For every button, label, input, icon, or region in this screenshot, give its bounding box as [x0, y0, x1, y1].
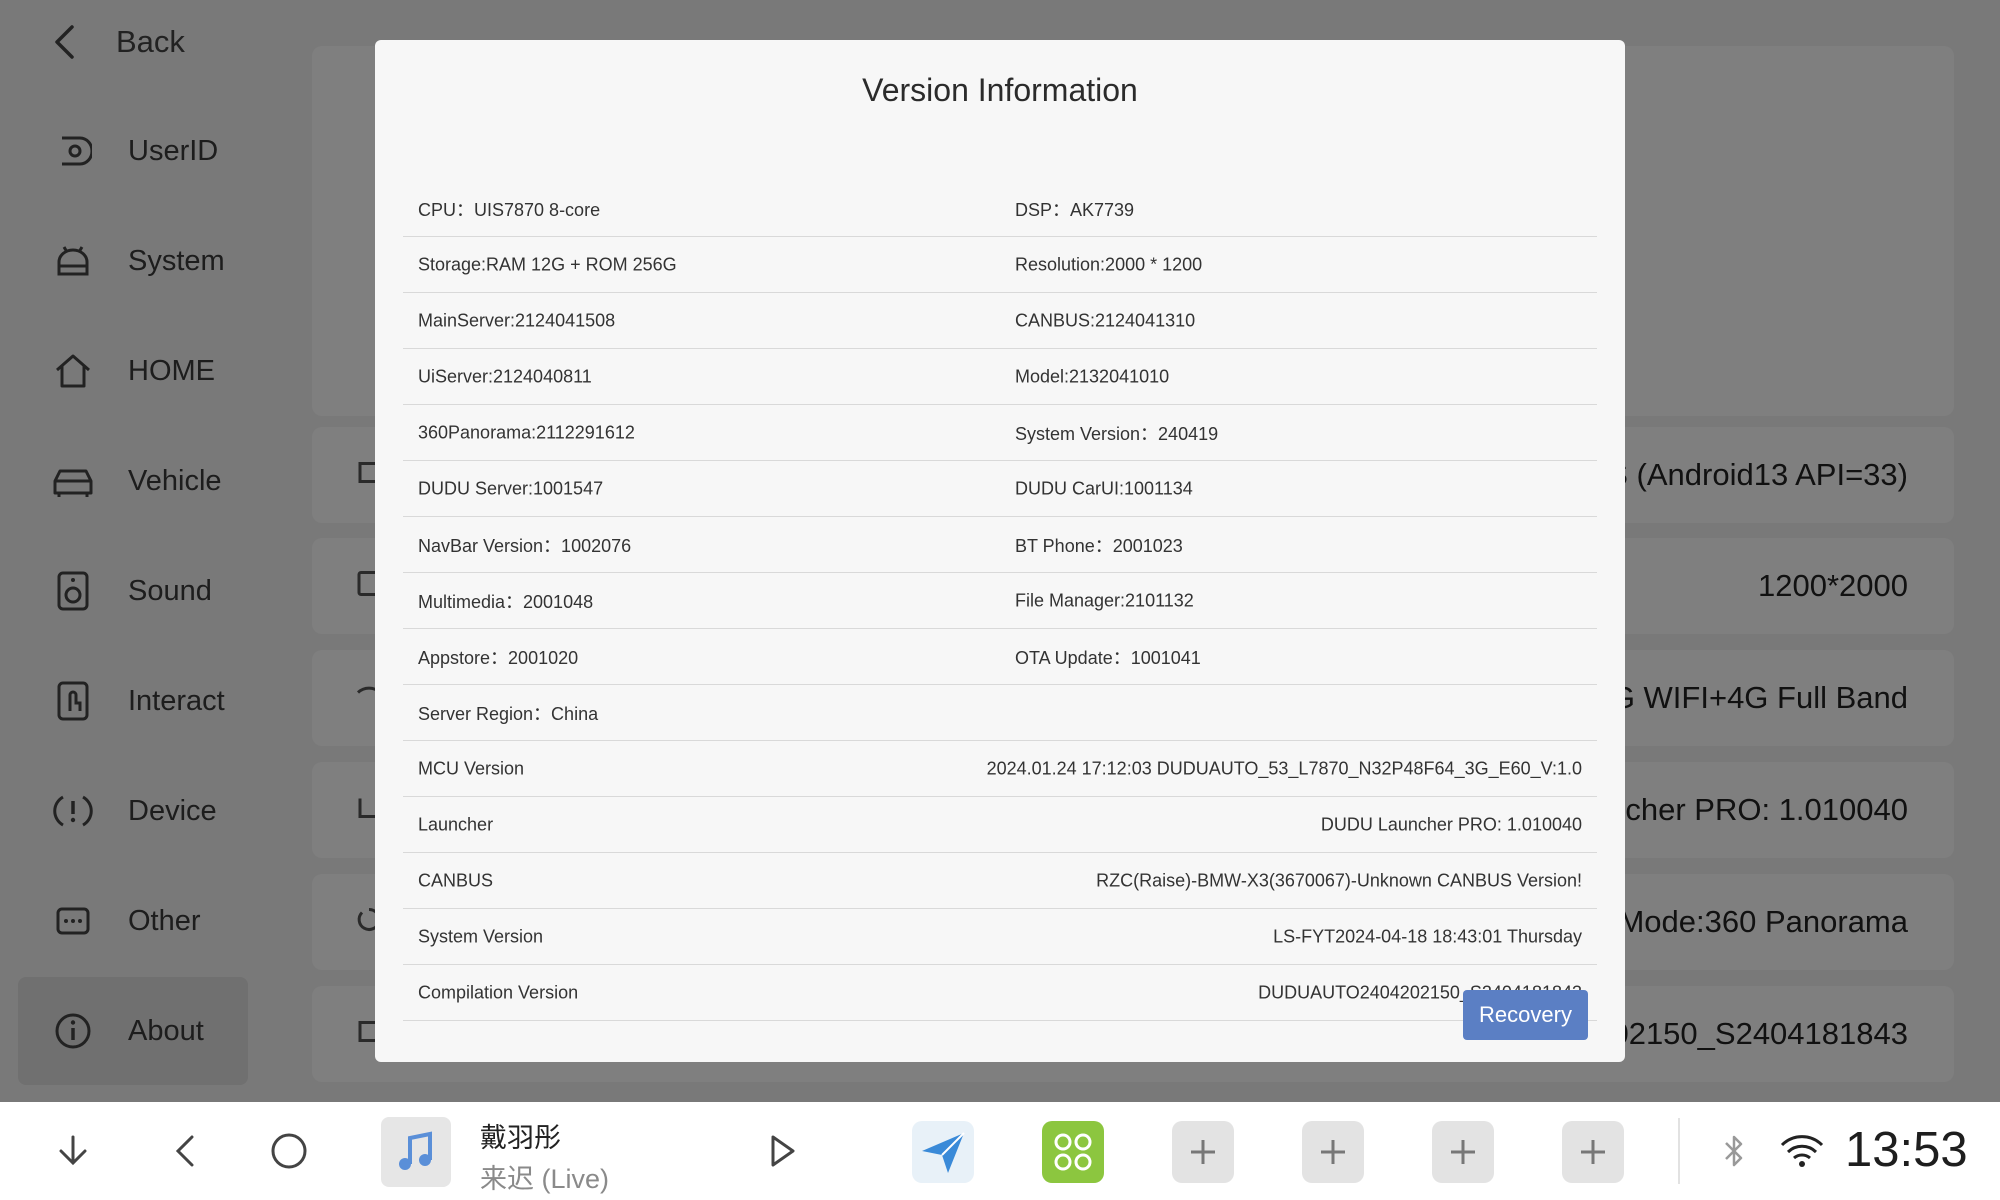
- info-cell: Appstore：2001020: [418, 647, 579, 668]
- info-cell: UiServer:2124040811: [418, 366, 592, 386]
- detail-row-compilation: Compilation Version DUDUAUTO2404202150_S…: [403, 965, 1597, 1021]
- collapse-button[interactable]: [48, 1102, 98, 1200]
- info-row: CPU：UIS7870 8-core DSP：AK7739: [403, 181, 1597, 237]
- info-cell: 360Panorama:2112291612: [418, 422, 635, 442]
- info-cell: Server Region：China: [418, 703, 599, 724]
- info-cell: Multimedia：2001048: [418, 591, 594, 612]
- plus-icon: [1581, 1140, 1605, 1164]
- info-cell: Resolution:2000 * 1200: [1015, 254, 1203, 274]
- detail-value: 2024.01.24 17:12:03 DUDUAUTO_53_L7870_N3…: [986, 758, 1582, 778]
- info-row: UiServer:2124040811 Model:2132041010: [403, 349, 1597, 405]
- info-row: Server Region：China: [403, 685, 1597, 741]
- info-cell: Model:2132041010: [1015, 366, 1170, 386]
- add-app-slot-4[interactable]: [1562, 1121, 1624, 1183]
- clock: 13:53: [1845, 1123, 1968, 1177]
- now-playing[interactable]: 戴羽彤 来迟 (Live): [480, 1116, 609, 1196]
- detail-row-mcu: MCU Version 2024.01.24 17:12:03 DUDUAUTO…: [403, 741, 1597, 797]
- info-row: MainServer:2124041508 CANBUS:2124041310: [403, 293, 1597, 349]
- info-cell: DUDU CarUI:1001134: [1015, 478, 1193, 498]
- music-note-icon: [399, 1131, 432, 1170]
- version-info-dialog: Version Information CPU：UIS7870 8-core D…: [375, 40, 1625, 1062]
- info-row: Storage:RAM 12G + ROM 256G Resolution:20…: [403, 237, 1597, 293]
- paper-plane-icon: [922, 1132, 965, 1173]
- detail-label: Launcher: [418, 814, 494, 834]
- info-cell: CANBUS:2124041310: [1015, 310, 1196, 330]
- divider: [1678, 1118, 1680, 1184]
- add-app-slot-3[interactable]: [1432, 1121, 1494, 1183]
- info-cell: CPU：UIS7870 8-core: [418, 199, 601, 220]
- info-cell: DUDU Server:1001547: [418, 478, 604, 498]
- info-row: NavBar Version：1002076 BT Phone：2001023: [403, 517, 1597, 573]
- info-row: Multimedia：2001048 File Manager:2101132: [403, 573, 1597, 629]
- add-app-slot-2[interactable]: [1302, 1121, 1364, 1183]
- info-cell: System Version：240419: [1015, 423, 1219, 444]
- navigation-app-tile[interactable]: [912, 1121, 974, 1183]
- album-art[interactable]: [381, 1117, 451, 1187]
- detail-row-canbus: CANBUS RZC(Raise)-BMW-X3(3670067)-Unknow…: [403, 853, 1597, 909]
- info-cell: NavBar Version：1002076: [418, 535, 632, 556]
- dialog-title: Version Information: [862, 72, 1138, 108]
- detail-value: LS-FYT2024-04-18 18:43:01 Thursday: [1273, 926, 1582, 946]
- info-cell: DSP：AK7739: [1015, 199, 1135, 220]
- song-title: 戴羽彤: [480, 1123, 561, 1153]
- add-app-slot-1[interactable]: [1172, 1121, 1234, 1183]
- info-row: 360Panorama:2112291612 System Version：24…: [403, 405, 1597, 461]
- wifi-status[interactable]: [1778, 1102, 1826, 1200]
- info-cell: MainServer:2124041508: [418, 310, 616, 330]
- info-cell: BT Phone：2001023: [1015, 535, 1183, 556]
- info-cell: OTA Update：1001041: [1015, 647, 1201, 668]
- bluetooth-status[interactable]: [1717, 1102, 1751, 1200]
- apps-grid-icon: [1054, 1133, 1092, 1171]
- detail-label: Compilation Version: [418, 982, 579, 1002]
- recovery-button[interactable]: Recovery: [1463, 990, 1588, 1040]
- info-row: DUDU Server:1001547 DUDU CarUI:1001134: [403, 461, 1597, 517]
- wifi-icon: [1780, 1135, 1824, 1167]
- plus-icon: [1321, 1140, 1345, 1164]
- play-icon: [771, 1135, 795, 1167]
- plus-icon: [1451, 1140, 1475, 1164]
- detail-row-launcher: Launcher DUDU Launcher PRO: 1.010040: [403, 797, 1597, 853]
- info-cell: File Manager:2101132: [1015, 590, 1194, 610]
- detail-row-system-version: System Version LS-FYT2024-04-18 18:43:01…: [403, 909, 1597, 965]
- detail-label: System Version: [418, 926, 544, 946]
- arrow-down-icon: [59, 1135, 87, 1166]
- detail-value: DUDU Launcher PRO: 1.010040: [1320, 814, 1582, 834]
- play-button[interactable]: [757, 1102, 807, 1200]
- bottom-navigation-bar: 戴羽彤 来迟 (Live) 13:53: [0, 1102, 2000, 1200]
- song-subtitle: 来迟 (Live): [480, 1164, 610, 1194]
- nav-back-button[interactable]: [160, 1102, 210, 1200]
- plus-icon: [1191, 1140, 1215, 1164]
- info-cell: Storage:RAM 12G + ROM 256G: [418, 254, 677, 274]
- detail-label: CANBUS: [418, 870, 494, 890]
- nav-home-button[interactable]: [264, 1102, 314, 1200]
- chevron-left-icon: [175, 1135, 194, 1167]
- bluetooth-icon: [1725, 1135, 1743, 1167]
- circle-home-icon: [271, 1133, 307, 1169]
- info-row: Appstore：2001020 OTA Update：1001041: [403, 629, 1597, 685]
- detail-value: RZC(Raise)-BMW-X3(3670067)-Unknown CANBU…: [1096, 870, 1582, 890]
- detail-label: MCU Version: [418, 758, 525, 778]
- app-drawer-tile[interactable]: [1042, 1121, 1104, 1183]
